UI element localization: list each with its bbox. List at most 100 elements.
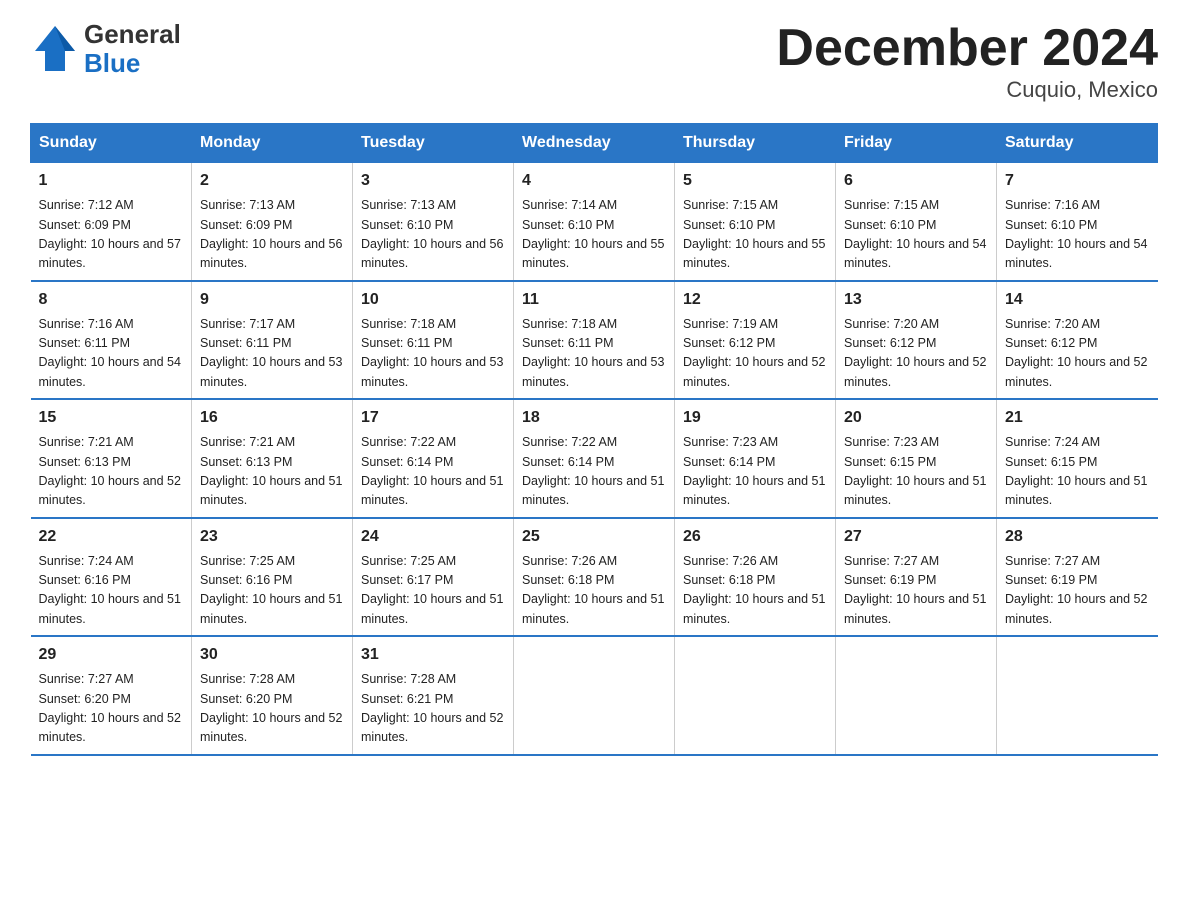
- calendar-body: 1 Sunrise: 7:12 AM Sunset: 6:09 PM Dayli…: [31, 163, 1158, 755]
- header-row: Sunday Monday Tuesday Wednesday Thursday…: [31, 124, 1158, 163]
- sunset-label: Sunset: 6:11 PM: [361, 336, 453, 350]
- day-info: Sunrise: 7:16 AM Sunset: 6:11 PM Dayligh…: [39, 315, 184, 393]
- daylight-label: Daylight: 10 hours and 56 minutes.: [200, 237, 342, 270]
- day-number: 14: [1005, 288, 1150, 312]
- calendar-cell: [675, 636, 836, 755]
- logo-blue-text: Blue: [84, 49, 181, 78]
- sunrise-label: Sunrise: 7:26 AM: [683, 554, 778, 568]
- calendar-cell: 27 Sunrise: 7:27 AM Sunset: 6:19 PM Dayl…: [836, 518, 997, 637]
- calendar-cell: [836, 636, 997, 755]
- page-subtitle: Cuquio, Mexico: [776, 77, 1158, 103]
- day-number: 17: [361, 406, 505, 430]
- day-info: Sunrise: 7:22 AM Sunset: 6:14 PM Dayligh…: [361, 433, 505, 511]
- day-number: 13: [844, 288, 988, 312]
- sunset-label: Sunset: 6:10 PM: [683, 218, 775, 232]
- sunset-label: Sunset: 6:13 PM: [39, 455, 131, 469]
- calendar-cell: 13 Sunrise: 7:20 AM Sunset: 6:12 PM Dayl…: [836, 281, 997, 400]
- day-number: 4: [522, 169, 666, 193]
- day-info: Sunrise: 7:27 AM Sunset: 6:19 PM Dayligh…: [1005, 552, 1150, 630]
- daylight-label: Daylight: 10 hours and 51 minutes.: [844, 592, 986, 625]
- daylight-label: Daylight: 10 hours and 55 minutes.: [522, 237, 664, 270]
- day-info: Sunrise: 7:27 AM Sunset: 6:19 PM Dayligh…: [844, 552, 988, 630]
- calendar-cell: 12 Sunrise: 7:19 AM Sunset: 6:12 PM Dayl…: [675, 281, 836, 400]
- day-info: Sunrise: 7:20 AM Sunset: 6:12 PM Dayligh…: [844, 315, 988, 393]
- day-info: Sunrise: 7:15 AM Sunset: 6:10 PM Dayligh…: [683, 196, 827, 274]
- day-number: 31: [361, 643, 505, 667]
- daylight-label: Daylight: 10 hours and 52 minutes.: [1005, 592, 1147, 625]
- daylight-label: Daylight: 10 hours and 53 minutes.: [361, 355, 503, 388]
- sunset-label: Sunset: 6:21 PM: [361, 692, 453, 706]
- day-info: Sunrise: 7:22 AM Sunset: 6:14 PM Dayligh…: [522, 433, 666, 511]
- sunset-label: Sunset: 6:10 PM: [844, 218, 936, 232]
- calendar-cell: 16 Sunrise: 7:21 AM Sunset: 6:13 PM Dayl…: [192, 399, 353, 518]
- day-number: 7: [1005, 169, 1150, 193]
- calendar-cell: 15 Sunrise: 7:21 AM Sunset: 6:13 PM Dayl…: [31, 399, 192, 518]
- calendar-cell: 7 Sunrise: 7:16 AM Sunset: 6:10 PM Dayli…: [997, 163, 1158, 281]
- day-number: 8: [39, 288, 184, 312]
- day-info: Sunrise: 7:13 AM Sunset: 6:09 PM Dayligh…: [200, 196, 344, 274]
- calendar-cell: 17 Sunrise: 7:22 AM Sunset: 6:14 PM Dayl…: [353, 399, 514, 518]
- day-info: Sunrise: 7:28 AM Sunset: 6:20 PM Dayligh…: [200, 670, 344, 748]
- daylight-label: Daylight: 10 hours and 51 minutes.: [1005, 474, 1147, 507]
- calendar-row-2: 8 Sunrise: 7:16 AM Sunset: 6:11 PM Dayli…: [31, 281, 1158, 400]
- daylight-label: Daylight: 10 hours and 51 minutes.: [200, 592, 342, 625]
- day-info: Sunrise: 7:25 AM Sunset: 6:17 PM Dayligh…: [361, 552, 505, 630]
- sunset-label: Sunset: 6:20 PM: [39, 692, 131, 706]
- calendar-cell: 1 Sunrise: 7:12 AM Sunset: 6:09 PM Dayli…: [31, 163, 192, 281]
- day-number: 22: [39, 525, 184, 549]
- daylight-label: Daylight: 10 hours and 54 minutes.: [1005, 237, 1147, 270]
- sunset-label: Sunset: 6:11 PM: [200, 336, 292, 350]
- day-number: 23: [200, 525, 344, 549]
- sunrise-label: Sunrise: 7:18 AM: [361, 317, 456, 331]
- sunset-label: Sunset: 6:09 PM: [39, 218, 131, 232]
- logo: General Blue: [30, 20, 181, 77]
- sunset-label: Sunset: 6:15 PM: [844, 455, 936, 469]
- day-info: Sunrise: 7:26 AM Sunset: 6:18 PM Dayligh…: [683, 552, 827, 630]
- day-info: Sunrise: 7:15 AM Sunset: 6:10 PM Dayligh…: [844, 196, 988, 274]
- page-header: General Blue December 2024 Cuquio, Mexic…: [30, 20, 1158, 103]
- day-info: Sunrise: 7:12 AM Sunset: 6:09 PM Dayligh…: [39, 196, 184, 274]
- day-info: Sunrise: 7:20 AM Sunset: 6:12 PM Dayligh…: [1005, 315, 1150, 393]
- day-number: 28: [1005, 525, 1150, 549]
- calendar-cell: 30 Sunrise: 7:28 AM Sunset: 6:20 PM Dayl…: [192, 636, 353, 755]
- day-number: 18: [522, 406, 666, 430]
- day-number: 12: [683, 288, 827, 312]
- day-number: 15: [39, 406, 184, 430]
- daylight-label: Daylight: 10 hours and 53 minutes.: [522, 355, 664, 388]
- daylight-label: Daylight: 10 hours and 51 minutes.: [522, 474, 664, 507]
- day-info: Sunrise: 7:24 AM Sunset: 6:16 PM Dayligh…: [39, 552, 184, 630]
- sunrise-label: Sunrise: 7:24 AM: [1005, 435, 1100, 449]
- calendar-table: Sunday Monday Tuesday Wednesday Thursday…: [30, 123, 1158, 756]
- day-number: 30: [200, 643, 344, 667]
- sunrise-label: Sunrise: 7:22 AM: [361, 435, 456, 449]
- day-info: Sunrise: 7:26 AM Sunset: 6:18 PM Dayligh…: [522, 552, 666, 630]
- calendar-cell: 26 Sunrise: 7:26 AM Sunset: 6:18 PM Dayl…: [675, 518, 836, 637]
- col-sunday: Sunday: [31, 124, 192, 163]
- sunrise-label: Sunrise: 7:28 AM: [200, 672, 295, 686]
- sunrise-label: Sunrise: 7:15 AM: [844, 198, 939, 212]
- day-number: 21: [1005, 406, 1150, 430]
- sunset-label: Sunset: 6:18 PM: [522, 573, 614, 587]
- calendar-cell: 25 Sunrise: 7:26 AM Sunset: 6:18 PM Dayl…: [514, 518, 675, 637]
- calendar-cell: [514, 636, 675, 755]
- title-block: December 2024 Cuquio, Mexico: [776, 20, 1158, 103]
- day-number: 19: [683, 406, 827, 430]
- daylight-label: Daylight: 10 hours and 51 minutes.: [683, 592, 825, 625]
- day-info: Sunrise: 7:27 AM Sunset: 6:20 PM Dayligh…: [39, 670, 184, 748]
- calendar-cell: 8 Sunrise: 7:16 AM Sunset: 6:11 PM Dayli…: [31, 281, 192, 400]
- calendar-cell: 4 Sunrise: 7:14 AM Sunset: 6:10 PM Dayli…: [514, 163, 675, 281]
- calendar-cell: 23 Sunrise: 7:25 AM Sunset: 6:16 PM Dayl…: [192, 518, 353, 637]
- logo-general-text: General: [84, 20, 181, 49]
- daylight-label: Daylight: 10 hours and 54 minutes.: [39, 355, 181, 388]
- daylight-label: Daylight: 10 hours and 51 minutes.: [683, 474, 825, 507]
- day-number: 24: [361, 525, 505, 549]
- sunset-label: Sunset: 6:15 PM: [1005, 455, 1097, 469]
- col-thursday: Thursday: [675, 124, 836, 163]
- sunrise-label: Sunrise: 7:13 AM: [361, 198, 456, 212]
- calendar-cell: 2 Sunrise: 7:13 AM Sunset: 6:09 PM Dayli…: [192, 163, 353, 281]
- daylight-label: Daylight: 10 hours and 55 minutes.: [683, 237, 825, 270]
- col-wednesday: Wednesday: [514, 124, 675, 163]
- day-number: 1: [39, 169, 184, 193]
- day-info: Sunrise: 7:18 AM Sunset: 6:11 PM Dayligh…: [522, 315, 666, 393]
- sunrise-label: Sunrise: 7:23 AM: [683, 435, 778, 449]
